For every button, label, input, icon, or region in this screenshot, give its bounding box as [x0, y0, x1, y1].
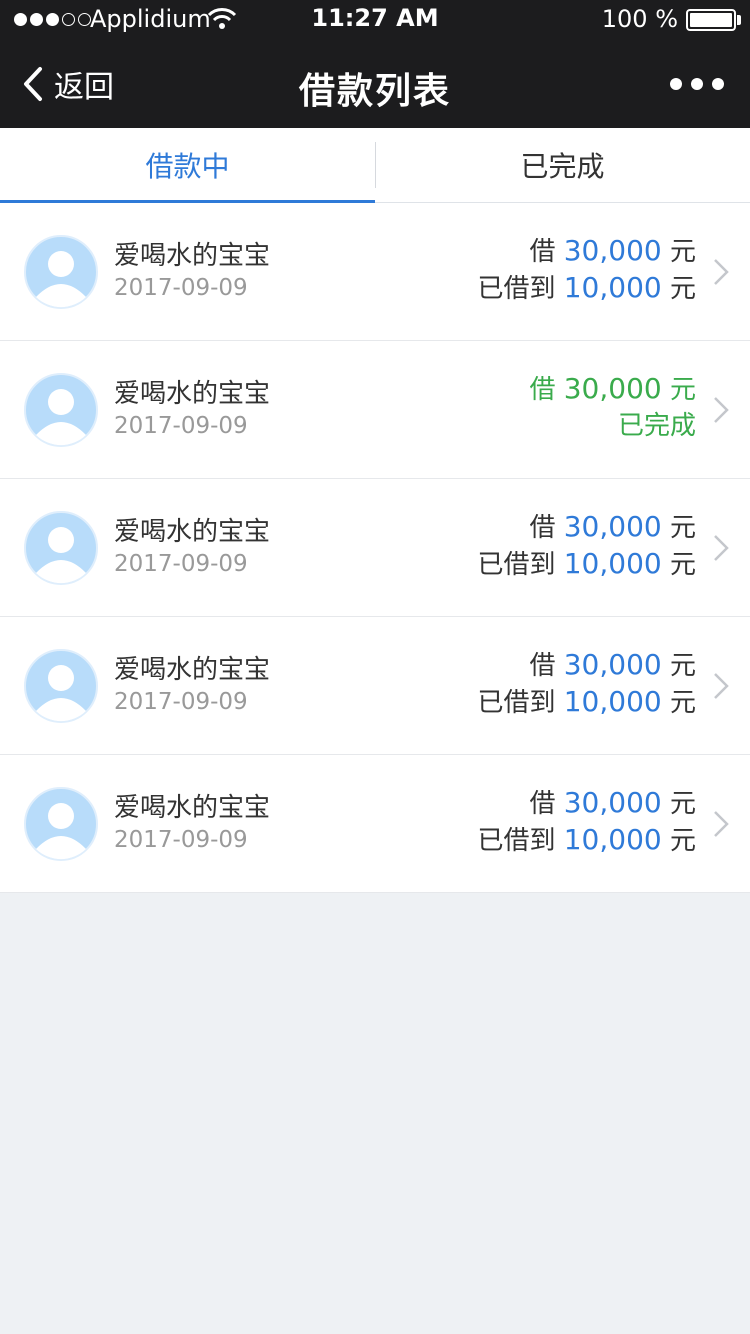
- avatar-icon: [24, 373, 98, 447]
- loan-list: 爱喝水的宝宝 2017-09-09 借 30,000 元 已借到 10,000 …: [0, 203, 750, 893]
- borrower-name: 爱喝水的宝宝: [114, 241, 271, 271]
- loan-list-item[interactable]: 爱喝水的宝宝 2017-09-09 借 30,000 元 已借到 10,000 …: [0, 755, 750, 893]
- received-amount-line: 已借到 10,000 元: [477, 547, 696, 580]
- loan-date: 2017-09-09: [114, 827, 248, 853]
- borrow-amount: 30,000: [563, 786, 662, 819]
- borrow-amount-line: 借 30,000 元: [529, 648, 696, 681]
- loan-date: 2017-09-09: [114, 275, 248, 301]
- received-amount-line: 已借到 10,000 元: [477, 271, 696, 304]
- borrower-name: 爱喝水的宝宝: [114, 517, 271, 547]
- tab-divider: [375, 142, 376, 188]
- received-amount-line: 已借到 10,000 元: [477, 685, 696, 718]
- received-amount: 10,000: [563, 823, 662, 856]
- loan-list-item[interactable]: 爱喝水的宝宝 2017-09-09 借 30,000 元 已借到 10,000 …: [0, 617, 750, 755]
- app-header: Applidium 11:27 AM 100 % 返回 借款列表: [0, 0, 750, 128]
- chevron-right-icon: [714, 397, 729, 423]
- borrow-amount-line: 借 30,000 元: [529, 510, 696, 543]
- received-amount: 10,000: [563, 685, 662, 718]
- avatar-icon: [24, 787, 98, 861]
- tab-completed[interactable]: 已完成: [375, 128, 750, 202]
- borrow-amount: 30,000: [563, 648, 662, 681]
- more-options-icon[interactable]: [670, 78, 724, 90]
- loan-amounts: 借 30,000 元 已借到 10,000 元: [477, 647, 696, 721]
- borrow-amount: 30,000: [563, 234, 662, 267]
- page-title: 借款列表: [298, 71, 451, 112]
- battery-icon: [686, 9, 736, 31]
- borrow-amount: 30,000: [563, 510, 662, 543]
- loan-list-item[interactable]: 爱喝水的宝宝 2017-09-09 借 30,000 元 已完成: [0, 341, 750, 479]
- completed-status: 已完成: [617, 411, 696, 441]
- avatar-icon: [24, 511, 98, 585]
- borrow-amount: 30,000: [563, 372, 662, 405]
- chevron-right-icon: [714, 535, 729, 561]
- loan-amounts: 借 30,000 元 已借到 10,000 元: [477, 233, 696, 307]
- borrow-amount-line: 借 30,000 元: [529, 786, 696, 819]
- loan-date: 2017-09-09: [114, 413, 248, 439]
- loan-amounts: 借 30,000 元 已借到 10,000 元: [477, 509, 696, 583]
- chevron-right-icon: [714, 259, 729, 285]
- loan-amounts: 借 30,000 元 已借到 10,000 元: [477, 785, 696, 859]
- avatar-icon: [24, 649, 98, 723]
- received-amount: 10,000: [563, 547, 662, 580]
- borrow-amount-line: 借 30,000 元: [529, 234, 696, 267]
- avatar-icon: [24, 235, 98, 309]
- borrow-amount-line: 借 30,000 元: [529, 372, 696, 405]
- loan-date: 2017-09-09: [114, 689, 248, 715]
- chevron-right-icon: [714, 811, 729, 837]
- loan-amounts: 借 30,000 元 已完成: [529, 371, 696, 444]
- received-amount: 10,000: [563, 271, 662, 304]
- loan-list-item[interactable]: 爱喝水的宝宝 2017-09-09 借 30,000 元 已借到 10,000 …: [0, 203, 750, 341]
- loan-date: 2017-09-09: [114, 551, 248, 577]
- borrower-name: 爱喝水的宝宝: [114, 793, 271, 823]
- tab-in-progress[interactable]: 借款中: [0, 128, 375, 203]
- status-bar: Applidium 11:27 AM 100 %: [0, 0, 750, 40]
- borrower-name: 爱喝水的宝宝: [114, 655, 271, 685]
- loan-list-item[interactable]: 爱喝水的宝宝 2017-09-09 借 30,000 元 已借到 10,000 …: [0, 479, 750, 617]
- borrower-name: 爱喝水的宝宝: [114, 379, 271, 409]
- battery-percentage: 100 %: [601, 5, 678, 33]
- chevron-right-icon: [714, 673, 729, 699]
- received-amount-line: 已借到 10,000 元: [477, 823, 696, 856]
- navigation-bar: 返回 借款列表: [0, 40, 750, 128]
